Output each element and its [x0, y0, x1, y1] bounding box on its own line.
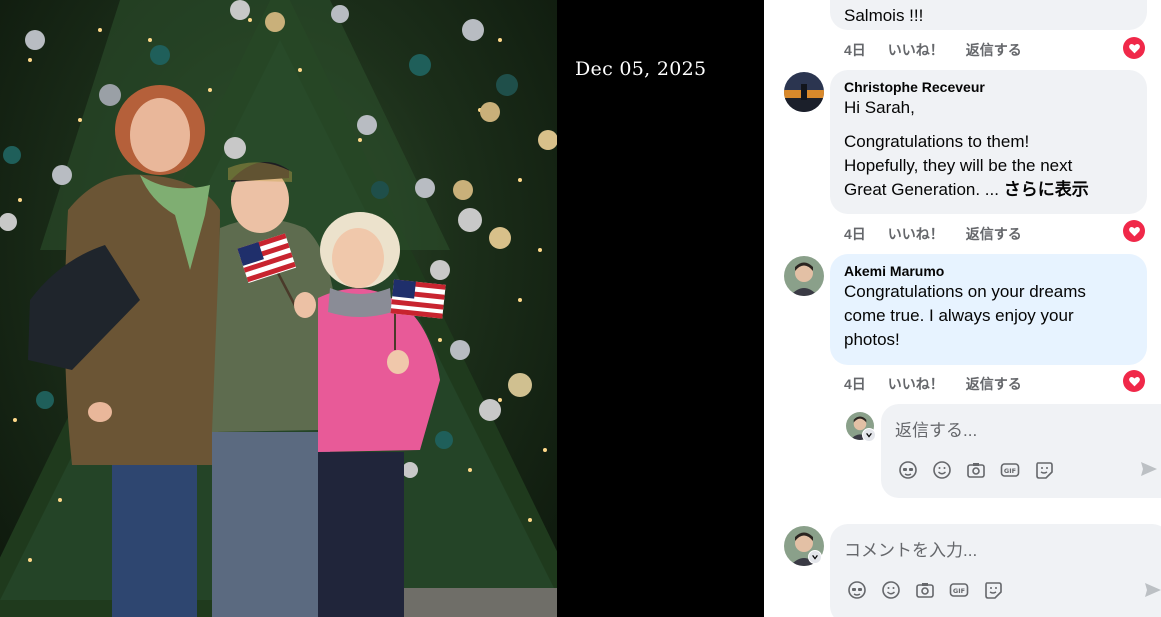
- like-button[interactable]: いいね！: [888, 374, 944, 394]
- photo-viewer: Dec 05, 2025: [0, 0, 764, 617]
- send-icon[interactable]: [1143, 580, 1161, 602]
- comment-line: Great Generation. ...: [844, 180, 999, 199]
- comment-author[interactable]: Christophe Receveur: [844, 78, 1133, 96]
- photo-illustration: [0, 0, 557, 617]
- reply-button[interactable]: 返信する: [966, 374, 1022, 394]
- chevron-down-icon[interactable]: [808, 550, 822, 564]
- comment-line: Congratulations to them!: [844, 132, 1030, 151]
- comment-text: Hi Sarah, Congratulations to them! Hopef…: [844, 96, 1133, 202]
- comment-line: Salmois !!!: [844, 6, 924, 25]
- comment-bubble: Salmois !!!: [830, 0, 1147, 30]
- composer-tools: GIF: [897, 459, 1055, 481]
- comment-age[interactable]: 4日: [844, 224, 866, 244]
- comment-actions: 4日 いいね！ 返信する: [844, 224, 1022, 244]
- person-avatar-image: [784, 256, 824, 296]
- family-christmas-tree-photo[interactable]: [0, 0, 557, 617]
- emoji-icon[interactable]: [931, 459, 953, 481]
- emoji-icon[interactable]: [880, 579, 902, 601]
- reply-input[interactable]: 返信する... GIF: [881, 404, 1161, 498]
- gif-icon[interactable]: GIF: [948, 579, 970, 601]
- comment-text: Congratulations on your dreams come true…: [844, 280, 1133, 352]
- like-button[interactable]: いいね！: [888, 40, 944, 60]
- gif-icon[interactable]: GIF: [999, 459, 1021, 481]
- composer-tools: GIF: [846, 579, 1004, 601]
- comment-text: Salmois !!!: [844, 4, 1133, 28]
- comment-placeholder: コメントを入力...: [844, 541, 978, 560]
- like-button[interactable]: いいね！: [888, 224, 944, 244]
- reply-placeholder: 返信する...: [895, 421, 978, 440]
- reply-button[interactable]: 返信する: [966, 224, 1022, 244]
- comment-line: Congratulations on your dreams: [844, 282, 1086, 301]
- comment-line: Hi Sarah,: [844, 98, 915, 117]
- sunset-avatar-image: [784, 72, 824, 112]
- avatar[interactable]: [784, 256, 824, 296]
- avatar[interactable]: [784, 72, 824, 112]
- comment-age[interactable]: 4日: [844, 40, 866, 60]
- send-icon[interactable]: [1139, 459, 1161, 481]
- comment-line: photos!: [844, 330, 900, 349]
- date-stamp: Dec 05, 2025: [575, 58, 707, 80]
- camera-icon[interactable]: [914, 579, 936, 601]
- love-reaction-icon[interactable]: [1123, 37, 1145, 59]
- svg-text:GIF: GIF: [1004, 467, 1016, 475]
- chevron-down-icon[interactable]: [862, 428, 876, 442]
- comment-actions: 4日 いいね！ 返信する: [844, 40, 1022, 60]
- see-more-link[interactable]: さらに表示: [1004, 180, 1089, 199]
- comment-actions: 4日 いいね！ 返信する: [844, 374, 1022, 394]
- comment-input[interactable]: コメントを入力... GIF: [830, 524, 1161, 617]
- comment-author[interactable]: Akemi Marumo: [844, 262, 1133, 280]
- sticker-icon[interactable]: [1033, 459, 1055, 481]
- love-reaction-icon[interactable]: [1123, 220, 1145, 242]
- avatar-sticker-icon[interactable]: [897, 459, 919, 481]
- avatar-sticker-icon[interactable]: [846, 579, 868, 601]
- comments-panel: Salmois !!! 4日 いいね！ 返信する Christophe Rece…: [764, 0, 1161, 617]
- comment-bubble: Christophe Receveur Hi Sarah, Congratula…: [830, 70, 1147, 214]
- love-reaction-icon[interactable]: [1123, 370, 1145, 392]
- comment-age[interactable]: 4日: [844, 374, 866, 394]
- svg-text:GIF: GIF: [953, 587, 965, 595]
- reply-button[interactable]: 返信する: [966, 40, 1022, 60]
- comment-bubble: Akemi Marumo Congratulations on your dre…: [830, 254, 1147, 365]
- camera-icon[interactable]: [965, 459, 987, 481]
- comment-line: Hopefully, they will be the next: [844, 156, 1073, 175]
- sticker-icon[interactable]: [982, 579, 1004, 601]
- comment-line: come true. I always enjoy your: [844, 306, 1074, 325]
